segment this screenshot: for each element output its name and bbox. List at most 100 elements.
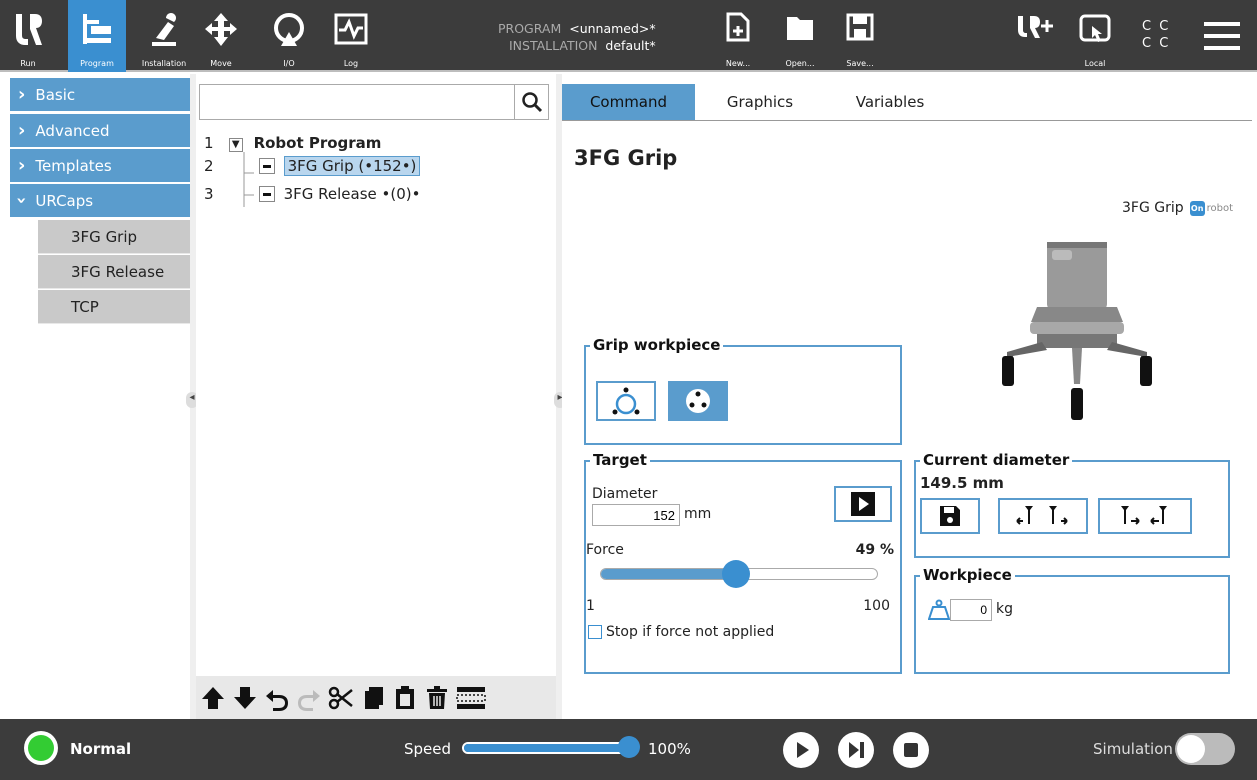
play-circle-icon — [783, 732, 819, 768]
force-slider-handle[interactable] — [722, 560, 751, 588]
cc-line-2: C C — [1142, 36, 1171, 51]
workpiece-group: Workpiece kg — [914, 566, 1230, 674]
log-tab[interactable]: Log — [328, 0, 374, 72]
step-button[interactable] — [838, 732, 874, 772]
urcap-item-label: 3FG Grip — [71, 227, 138, 246]
new-button[interactable]: New... — [718, 0, 758, 72]
category-label: Advanced — [35, 121, 110, 140]
category-label: URCaps — [35, 191, 94, 210]
program-tab[interactable]: Program — [68, 0, 126, 72]
urplus-button[interactable] — [1012, 0, 1058, 72]
force-slider-track[interactable] — [600, 560, 878, 588]
urcap-item-label: TCP — [71, 297, 99, 316]
tree-node-label: Robot Program — [253, 134, 382, 152]
collapse-triangle-icon[interactable]: ▼ — [228, 138, 243, 152]
cc-indicator: C C C C — [1142, 18, 1172, 52]
grip-workpiece-group: Grip workpiece — [584, 336, 902, 445]
open-button[interactable]: Open... — [780, 0, 820, 72]
speed-slider-track[interactable] — [462, 736, 640, 758]
category-basic[interactable]: › Basic — [10, 78, 190, 111]
undo-icon[interactable] — [264, 685, 290, 711]
tree-node-3fg-grip[interactable]: 2 3FG Grip (•152•) — [204, 156, 444, 176]
tab-variables[interactable]: Variables — [825, 84, 955, 120]
category-label: Basic — [35, 85, 76, 104]
save-disk-icon — [940, 506, 960, 526]
diameter-input[interactable] — [592, 504, 680, 526]
suppress-icon[interactable] — [456, 685, 486, 711]
tree-node-3fg-release[interactable]: 3 3FG Release •(0)• — [204, 185, 444, 203]
cc-line-1: C C — [1142, 19, 1171, 34]
payload-input[interactable] — [950, 599, 992, 621]
external-grip-button[interactable] — [596, 381, 656, 421]
move-tab[interactable]: Move — [198, 0, 244, 72]
open-fingers-button[interactable] — [998, 498, 1088, 534]
force-max: 100 — [863, 598, 890, 614]
tree-node-robot-program[interactable]: 1 ▼ Robot Program — [204, 134, 444, 152]
save-button[interactable]: Save... — [840, 0, 880, 72]
search-field[interactable] — [199, 84, 549, 120]
move-down-icon[interactable] — [232, 685, 258, 711]
urcap-item-tcp[interactable]: TCP — [38, 290, 190, 324]
tab-graphics[interactable]: Graphics — [695, 84, 825, 120]
delete-icon[interactable] — [424, 685, 450, 711]
node-icon — [258, 158, 275, 174]
local-control-button[interactable]: Local — [1070, 0, 1120, 72]
line-number: 1 — [204, 134, 214, 152]
installation-tab[interactable]: Installation — [135, 0, 193, 72]
category-advanced[interactable]: › Advanced — [10, 114, 190, 147]
checkbox-label: Stop if force not applied — [606, 624, 775, 640]
program-icon — [83, 14, 111, 44]
log-icon — [334, 13, 368, 45]
group-label: Grip workpiece — [590, 336, 724, 354]
internal-grip-icon — [686, 389, 710, 413]
category-templates[interactable]: › Templates — [10, 149, 190, 182]
open-label: Open... — [785, 59, 815, 68]
tab-label: Graphics — [726, 93, 794, 111]
internal-grip-button[interactable] — [668, 381, 728, 421]
copy-icon[interactable] — [360, 685, 386, 711]
save-label: Save... — [846, 59, 874, 68]
redo-icon[interactable] — [296, 685, 322, 711]
speed-slider-handle[interactable] — [618, 736, 640, 758]
stop-if-force-checkbox[interactable]: Stop if force not applied — [588, 624, 774, 640]
urcap-item-3fg-grip[interactable]: 3FG Grip — [38, 220, 190, 254]
close-fingers-button[interactable] — [1098, 498, 1192, 534]
fingers-open-icon — [1016, 506, 1068, 525]
move-up-icon[interactable] — [200, 685, 226, 711]
diameter-label: Diameter — [592, 486, 658, 502]
brand-header: 3FG Grip On robot — [1122, 200, 1233, 216]
search-button[interactable] — [514, 85, 548, 119]
program-label: Program — [80, 59, 114, 68]
menu-button[interactable] — [1204, 22, 1240, 50]
tree-node-label: 3FG Release •(0)• — [283, 185, 421, 203]
log-label: Log — [343, 59, 359, 68]
robot-status-button[interactable] — [24, 731, 58, 765]
urcap-item-3fg-release[interactable]: 3FG Release — [38, 255, 190, 289]
simulation-toggle[interactable] — [1175, 733, 1235, 765]
search-input[interactable] — [200, 85, 515, 119]
play-button[interactable] — [783, 732, 819, 772]
cut-icon[interactable] — [328, 685, 354, 711]
tab-underline — [562, 120, 1252, 121]
group-label: Current diameter — [920, 451, 1073, 469]
category-urcaps[interactable]: › URCaps — [10, 184, 190, 217]
tab-command[interactable]: Command — [562, 84, 695, 120]
gripper-image — [1002, 242, 1152, 420]
onrobot-logo-icon: On — [1189, 200, 1205, 216]
ur-plus-icon — [1018, 16, 1053, 38]
onrobot-logo: On robot — [1189, 200, 1234, 216]
line-number: 2 — [204, 157, 214, 175]
stop-button[interactable] — [893, 732, 929, 772]
speed-slider-fill — [464, 744, 636, 752]
io-tab[interactable]: I/O — [266, 0, 312, 72]
run-tab[interactable]: Run — [8, 0, 48, 72]
status-indicator-icon — [28, 735, 54, 761]
play-target-button[interactable] — [834, 486, 892, 522]
force-slider-fill — [601, 569, 737, 579]
paste-icon[interactable] — [392, 685, 418, 711]
save-diameter-button[interactable] — [920, 498, 980, 534]
brand-logo-text: robot — [1206, 202, 1234, 214]
checkbox-box[interactable] — [588, 625, 602, 639]
program-label-text: PROGRAM — [498, 21, 562, 36]
toggle-knob — [1177, 735, 1205, 763]
